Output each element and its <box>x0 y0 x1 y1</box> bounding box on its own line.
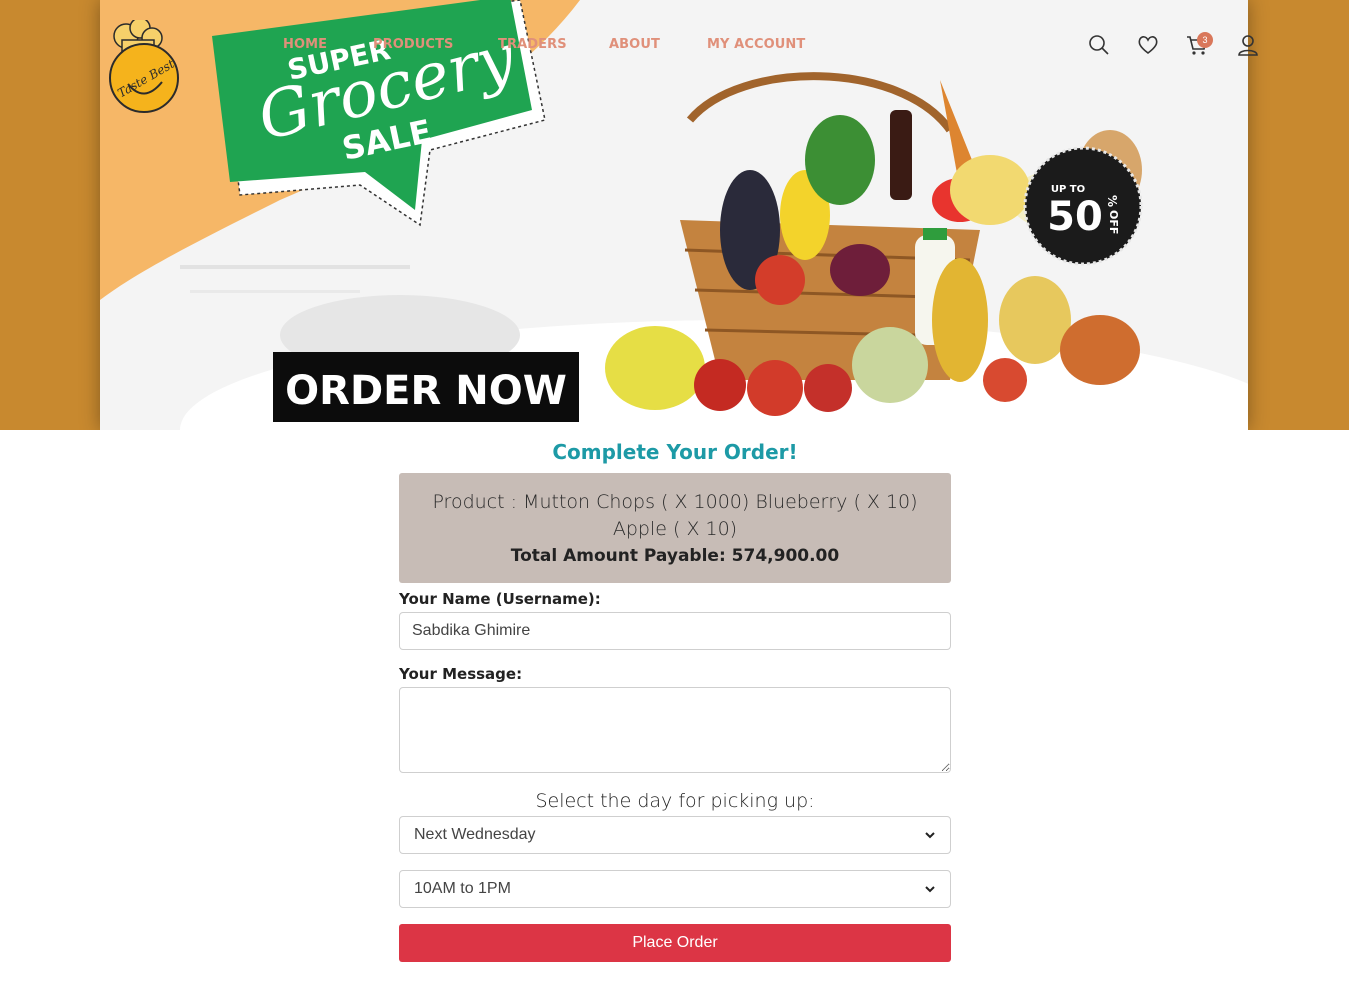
grocery-sale-banner: SUPER Grocery SALE ORDER NOW UP TO 50 % … <box>100 0 1248 430</box>
place-order-button[interactable]: Place Order <box>399 924 951 962</box>
cart-count-badge: 3 <box>1197 32 1213 48</box>
badge-fifty-text: 50 <box>1047 194 1103 240</box>
sale-ribbon: SUPER Grocery SALE <box>212 0 546 227</box>
user-icon[interactable] <box>1237 34 1259 56</box>
discount-badge: UP TO 50 % OFF <box>1023 146 1143 266</box>
nav-products[interactable]: PRODUCTS <box>373 37 498 52</box>
badge-percent-text: % <box>1105 195 1119 207</box>
hero-banner: SUPER Grocery SALE ORDER NOW UP TO 50 % … <box>0 0 1349 430</box>
nav-traders[interactable]: TRADERS <box>498 37 609 52</box>
nav-my-account[interactable]: MY ACCOUNT <box>707 37 805 52</box>
order-now-text: ORDER NOW <box>285 368 567 414</box>
message-textarea[interactable] <box>399 687 951 773</box>
total-amount: Total Amount Payable: 574,900.00 <box>510 546 840 566</box>
name-input[interactable] <box>399 612 951 650</box>
pickup-time-value: 10AM to 1PM <box>414 880 511 897</box>
product-list: Product : Mutton Chops ( X 1000) Blueber… <box>432 491 918 540</box>
page-title: Complete Your Order! <box>552 440 798 464</box>
nav-home[interactable]: HOME <box>283 37 373 52</box>
heart-icon[interactable] <box>1137 34 1159 56</box>
checkout-form: Complete Your Order! Product : Mutton Ch… <box>399 430 951 962</box>
chevron-down-icon <box>925 886 935 893</box>
name-label: Your Name (Username): <box>399 590 601 608</box>
pickup-time-select[interactable]: 10AM to 1PM <box>399 870 951 908</box>
order-summary: Product : Mutton Chops ( X 1000) Blueber… <box>399 473 951 583</box>
pickup-day-value: Next Wednesday <box>414 826 536 843</box>
message-label: Your Message: <box>399 665 523 683</box>
banner-image[interactable]: SUPER Grocery SALE ORDER NOW UP TO 50 % … <box>100 0 1248 430</box>
order-now-badge: ORDER NOW <box>273 352 579 422</box>
main-nav: HOME PRODUCTS TRADERS ABOUT MY ACCOUNT <box>283 37 805 52</box>
pickup-day-select[interactable]: Next Wednesday <box>399 816 951 854</box>
taste-best-logo[interactable]: Taste Best <box>108 20 182 114</box>
chevron-down-icon <box>925 832 935 839</box>
nav-about[interactable]: ABOUT <box>609 37 707 52</box>
badge-off-text: OFF <box>1107 210 1120 234</box>
search-icon[interactable] <box>1088 34 1110 56</box>
header-icons <box>1088 34 1260 58</box>
pickup-day-label: Select the day for picking up: <box>535 790 815 812</box>
